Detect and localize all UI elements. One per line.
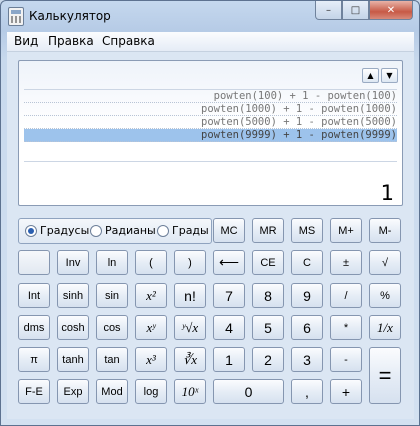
- calculator-window: Калькулятор – □ ✕ Вид Правка Справка ▲ ▼…: [0, 0, 420, 426]
- menu-help[interactable]: Справка: [102, 34, 155, 48]
- dms-button[interactable]: dms: [18, 315, 50, 340]
- equals-button[interactable]: =: [369, 347, 401, 404]
- minimize-button[interactable]: –: [315, 1, 342, 20]
- title-bar[interactable]: Калькулятор – □ ✕: [1, 1, 419, 31]
- int-button[interactable]: Int: [18, 283, 50, 308]
- blank-button[interactable]: [18, 250, 50, 275]
- multiply-button[interactable]: *: [330, 315, 362, 340]
- factorial-button[interactable]: n!: [174, 283, 206, 308]
- subtract-button[interactable]: -: [330, 347, 362, 372]
- digit-9-button[interactable]: 9: [291, 283, 323, 308]
- display-panel: ▲ ▼ powten(100) + 1 - powten(100) powten…: [18, 60, 403, 206]
- memory-store-button[interactable]: MS: [291, 218, 323, 243]
- window-controls: – □ ✕: [315, 1, 413, 20]
- square-button[interactable]: x²: [135, 283, 167, 308]
- sinh-button[interactable]: sinh: [57, 283, 89, 308]
- history-entry[interactable]: powten(100) + 1 - powten(100): [24, 90, 397, 103]
- radio-radians[interactable]: Радианы: [90, 224, 156, 237]
- log-button[interactable]: log: [135, 379, 167, 404]
- memory-recall-button[interactable]: MR: [252, 218, 284, 243]
- sqrt-button[interactable]: √: [369, 250, 401, 275]
- divide-button[interactable]: /: [330, 283, 362, 308]
- menu-view[interactable]: Вид: [14, 34, 38, 48]
- menu-edit[interactable]: Правка: [48, 34, 94, 48]
- menu-bar: Вид Правка Справка: [7, 32, 414, 52]
- history-entry-selected[interactable]: powten(9999) + 1 - powten(9999): [24, 129, 397, 142]
- history-scroll-up-button[interactable]: ▲: [362, 68, 379, 83]
- radio-radians-label: Радианы: [105, 224, 156, 237]
- digit-3-button[interactable]: 3: [291, 347, 323, 372]
- open-paren-button[interactable]: (: [135, 250, 167, 275]
- tan-button[interactable]: tan: [96, 347, 128, 372]
- window-title: Калькулятор: [29, 9, 111, 23]
- angle-mode-group: Градусы Радианы Грады: [18, 218, 212, 244]
- clear-button[interactable]: C: [291, 250, 323, 275]
- radio-degrees-label: Градусы: [40, 224, 90, 237]
- digit-6-button[interactable]: 6: [291, 315, 323, 340]
- power-button[interactable]: xʸ: [135, 315, 167, 340]
- history-entry[interactable]: powten(1000) + 1 - powten(1000): [24, 103, 397, 116]
- backspace-button[interactable]: ⟵: [213, 250, 245, 275]
- reciprocal-button[interactable]: 1/x: [369, 315, 401, 340]
- cube-root-button[interactable]: ∛x: [174, 347, 206, 372]
- cube-button[interactable]: x³: [135, 347, 167, 372]
- digit-0-button[interactable]: 0: [213, 379, 284, 404]
- digit-8-button[interactable]: 8: [252, 283, 284, 308]
- arrow-down-icon: ▼: [386, 71, 393, 80]
- mod-button[interactable]: Mod: [96, 379, 128, 404]
- cos-button[interactable]: cos: [96, 315, 128, 340]
- arrow-up-icon: ▲: [367, 71, 374, 80]
- memory-subtract-button[interactable]: M-: [369, 218, 401, 243]
- pi-button[interactable]: π: [18, 347, 50, 372]
- ln-button[interactable]: ln: [96, 250, 128, 275]
- close-button[interactable]: ✕: [369, 1, 413, 20]
- radio-unchecked-icon: [90, 224, 102, 237]
- close-paren-button[interactable]: ): [174, 250, 206, 275]
- memory-clear-button[interactable]: MC: [213, 218, 245, 243]
- history-entry[interactable]: powten(5000) + 1 - powten(5000): [24, 116, 397, 129]
- digit-1-button[interactable]: 1: [213, 347, 245, 372]
- digit-2-button[interactable]: 2: [252, 347, 284, 372]
- cosh-button[interactable]: cosh: [57, 315, 89, 340]
- add-button[interactable]: +: [330, 379, 362, 404]
- digit-7-button[interactable]: 7: [213, 283, 245, 308]
- y-root-button[interactable]: ʸ√x: [174, 315, 206, 340]
- exp-button[interactable]: Exp: [57, 379, 89, 404]
- radio-checked-icon: [25, 224, 37, 237]
- tanh-button[interactable]: tanh: [57, 347, 89, 372]
- history-bottom-divider: [24, 161, 397, 162]
- negate-button[interactable]: ±: [330, 250, 362, 275]
- maximize-button[interactable]: □: [342, 1, 369, 20]
- radio-grads[interactable]: Грады: [157, 224, 209, 237]
- sin-button[interactable]: sin: [96, 283, 128, 308]
- memory-add-button[interactable]: M+: [330, 218, 362, 243]
- radio-grads-label: Грады: [172, 224, 209, 237]
- history-scroll-down-button[interactable]: ▼: [381, 68, 398, 83]
- result-display: 1: [380, 181, 394, 205]
- calculator-app-icon: [8, 7, 24, 26]
- ten-power-button[interactable]: 10ˣ: [174, 379, 206, 404]
- digit-5-button[interactable]: 5: [252, 315, 284, 340]
- calculator-body: ▲ ▼ powten(100) + 1 - powten(100) powten…: [7, 52, 414, 419]
- digit-4-button[interactable]: 4: [213, 315, 245, 340]
- fixed-exp-button[interactable]: F-E: [18, 379, 50, 404]
- inverse-button[interactable]: Inv: [57, 250, 89, 275]
- percent-button[interactable]: %: [369, 283, 401, 308]
- radio-unchecked-icon: [157, 224, 169, 237]
- radio-degrees[interactable]: Градусы: [25, 224, 89, 237]
- decimal-button[interactable]: ,: [291, 379, 323, 404]
- clear-entry-button[interactable]: CE: [252, 250, 284, 275]
